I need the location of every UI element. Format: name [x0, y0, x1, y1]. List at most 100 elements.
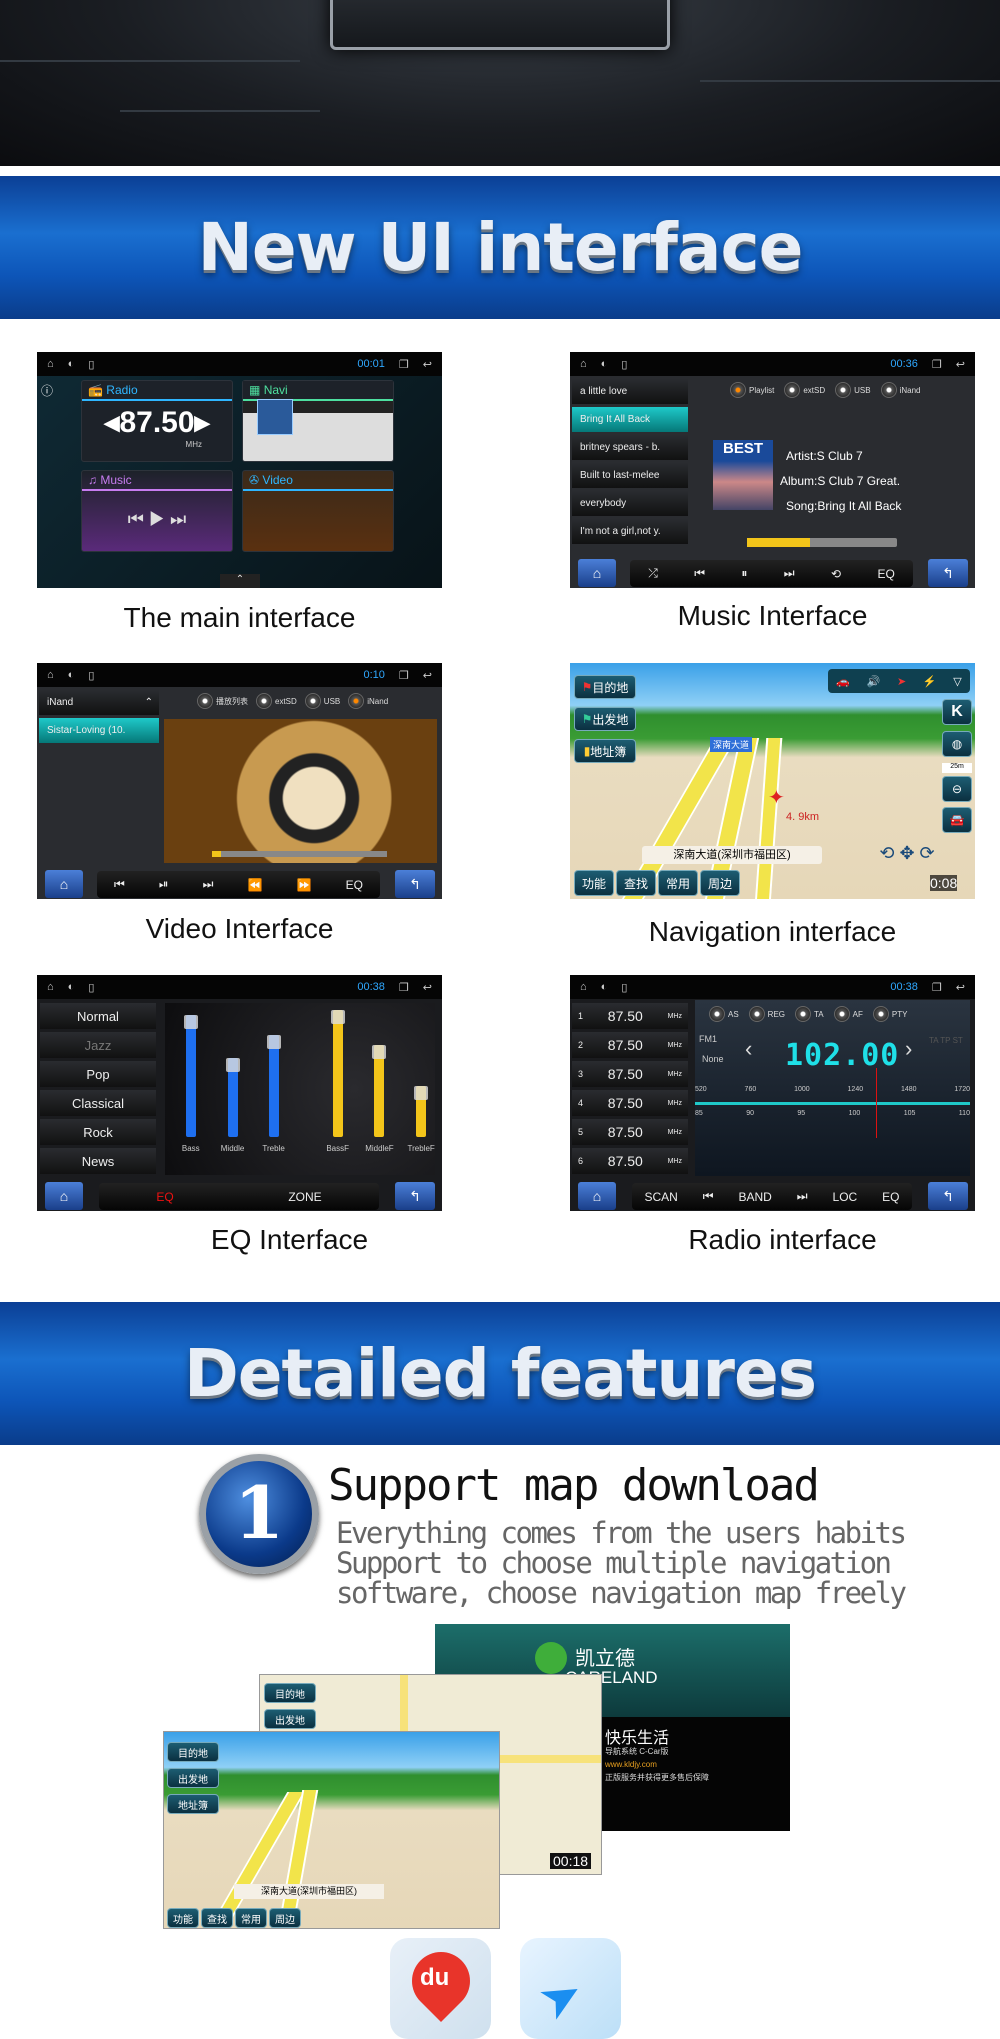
source-usb[interactable]: USB [304, 693, 340, 709]
playlist-item[interactable]: I'm not a girl,not y. [572, 519, 688, 544]
return-button[interactable]: ↰ [928, 1182, 968, 1210]
home-icon[interactable]: ⌂ [47, 981, 54, 993]
play-pause-icon[interactable]: ⏯ [159, 877, 169, 892]
nearby-button[interactable]: 周边 [700, 870, 740, 896]
menu-down-icon[interactable]: ▽ [953, 675, 961, 688]
back-icon[interactable]: ↩ [956, 981, 965, 994]
storage-dropdown[interactable]: iNand ⌃ [39, 690, 159, 715]
option-af[interactable]: AF [833, 1006, 863, 1022]
tab-zone[interactable]: ZONE [288, 1190, 321, 1204]
preset-pop[interactable]: Pop [40, 1061, 156, 1087]
source-inand[interactable]: iNand [880, 382, 921, 398]
music-tile[interactable]: ♫ Music ⏮ ▶ ⏭ [81, 470, 233, 552]
info-icon[interactable]: ⓘ [41, 382, 53, 399]
origin-button[interactable]: 出发地 [264, 1709, 316, 1729]
recent-apps-icon[interactable]: ❐ [932, 358, 942, 371]
loc-button[interactable]: LOC [833, 1190, 858, 1204]
option-pty[interactable]: PTY [872, 1006, 907, 1022]
seek-back-icon[interactable]: ⏮ [703, 1189, 714, 1204]
music-progress-bar[interactable] [747, 538, 897, 547]
preset-classical[interactable]: Classical [40, 1090, 156, 1116]
playlist-item[interactable]: Built to last-melee [572, 463, 688, 488]
function-button[interactable]: 功能 [574, 870, 614, 896]
layer-button[interactable]: ◍ [942, 731, 972, 757]
home-icon[interactable]: ⌂ [580, 358, 587, 370]
search-button[interactable]: 查找 [616, 870, 656, 896]
fast-forward-icon[interactable]: ⏩ [297, 878, 312, 892]
eq-slider-middle[interactable] [225, 1057, 240, 1137]
recent-apps-icon[interactable]: ❐ [399, 669, 409, 682]
eq-button[interactable]: EQ [882, 1190, 899, 1204]
home-button[interactable]: ⌂ [45, 870, 83, 898]
option-as[interactable]: AS [709, 1006, 739, 1022]
slider-handle[interactable] [414, 1085, 429, 1100]
return-button[interactable]: ↰ [395, 870, 435, 898]
address-book-button[interactable]: 地址簿 [167, 1794, 219, 1814]
home-button[interactable]: ⌂ [578, 1182, 616, 1210]
radio-tile[interactable]: 📻 Radio ◂87.50▸ MHz [81, 380, 233, 462]
brightness-icon[interactable]: ◐ [601, 358, 608, 370]
zoom-out-button[interactable]: ⊖ [942, 776, 972, 802]
address-book-button[interactable]: ▮ 地址簿 [574, 739, 636, 763]
playlist-item[interactable]: everybody [572, 491, 688, 516]
home-icon[interactable]: ⌂ [580, 981, 587, 993]
eq-slider-bassf[interactable] [330, 1010, 345, 1137]
recent-apps-icon[interactable]: ❐ [932, 981, 942, 994]
tuner-scale-bar[interactable] [695, 1102, 970, 1105]
tab-eq[interactable]: EQ [156, 1190, 173, 1204]
source-usb[interactable]: USB [835, 382, 871, 398]
return-button[interactable]: ↰ [928, 559, 968, 587]
video-progress-bar[interactable] [212, 851, 387, 857]
radio-preset[interactable]: 2 87.50 MHz [572, 1032, 688, 1058]
back-icon[interactable]: ↩ [423, 358, 432, 371]
origin-button[interactable]: 出发地 [167, 1768, 219, 1788]
preset-normal[interactable]: Normal [40, 1003, 156, 1029]
slider-handle[interactable] [372, 1044, 387, 1059]
brightness-icon[interactable]: ◐ [601, 981, 608, 993]
repeat-icon[interactable]: ⟲ [831, 567, 841, 581]
amap-app-icon[interactable]: ➤ [520, 1938, 621, 2039]
eq-slider-treble[interactable] [266, 1034, 281, 1137]
destination-button[interactable]: 目的地 [167, 1742, 219, 1762]
previous-icon[interactable]: ⏮ [114, 877, 125, 892]
slider-handle[interactable] [225, 1057, 240, 1072]
home-button[interactable]: ⌂ [578, 559, 616, 587]
preset-rock[interactable]: Rock [40, 1119, 156, 1145]
navi-tile[interactable]: ▦ Navi [242, 380, 394, 462]
function-button[interactable]: 功能 [167, 1908, 199, 1928]
search-button[interactable]: 查找 [201, 1908, 233, 1928]
back-icon[interactable]: ↩ [423, 669, 432, 682]
pause-icon[interactable]: ⏸ [741, 566, 747, 581]
source-extsd[interactable]: extSD [256, 693, 297, 709]
next-icon[interactable]: ⏭ [203, 877, 214, 892]
video-player[interactable] [164, 719, 437, 863]
option-ta[interactable]: TA [795, 1006, 824, 1022]
back-icon[interactable]: ↩ [423, 981, 432, 994]
source-inand[interactable]: iNand [348, 693, 388, 709]
source-playlist[interactable]: 播放列表 [197, 693, 248, 709]
nearby-button[interactable]: 周边 [269, 1908, 301, 1928]
scan-button[interactable]: SCAN [644, 1190, 677, 1204]
preset-jazz[interactable]: Jazz [40, 1032, 156, 1058]
option-reg[interactable]: REG [748, 1006, 785, 1022]
shuffle-icon[interactable]: ⤮ [648, 566, 658, 581]
video-tile[interactable]: ✇ Video [242, 470, 394, 552]
brightness-icon[interactable]: ◐ [68, 358, 75, 370]
radio-preset[interactable]: 4 87.50 MHz [572, 1090, 688, 1116]
eq-slider-middlef[interactable] [372, 1044, 387, 1137]
seek-forward-icon[interactable]: ⏭ [797, 1189, 808, 1204]
back-icon[interactable]: ↩ [956, 358, 965, 371]
home-icon[interactable]: ⌂ [47, 358, 54, 370]
drawer-up-button[interactable]: ⌃ [220, 574, 260, 588]
eq-slider-bass[interactable] [183, 1015, 198, 1137]
slider-handle[interactable] [266, 1034, 281, 1049]
eq-button[interactable]: EQ [346, 878, 363, 892]
frequent-button[interactable]: 常用 [235, 1908, 267, 1928]
eq-button[interactable]: EQ [877, 567, 894, 581]
radio-preset[interactable]: 5 87.50 MHz [572, 1119, 688, 1145]
destination-button[interactable]: ⚑ 目的地 [574, 675, 636, 699]
source-playlist[interactable]: Playlist [730, 382, 774, 398]
slider-handle[interactable] [330, 1010, 345, 1025]
rewind-icon[interactable]: ⏪ [248, 878, 263, 892]
baidu-maps-app-icon[interactable]: du [390, 1938, 491, 2039]
